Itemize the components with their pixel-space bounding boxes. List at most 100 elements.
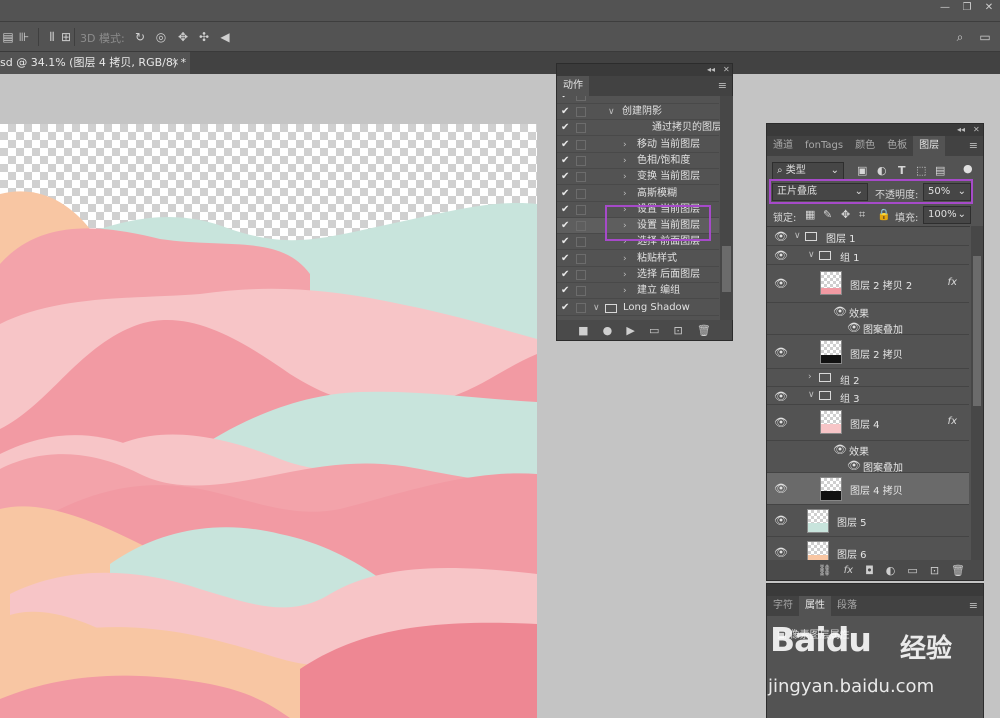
check-icon[interactable]: ✔ (561, 186, 569, 202)
tab-layers[interactable]: 图层 (913, 136, 946, 156)
layers-scrollbar[interactable] (971, 226, 983, 560)
layer-row-layer4[interactable]: 👁 图层 4 fx (767, 405, 969, 441)
new-set-icon[interactable]: ▭ (649, 324, 659, 337)
dialog-toggle[interactable] (576, 172, 586, 183)
dialog-toggle[interactable] (576, 123, 586, 134)
action-row[interactable]: ✔ ∨ 创建阴影 (557, 104, 719, 120)
panel-close-icon[interactable]: ✕ (973, 124, 980, 136)
layer-filter-select[interactable]: ⌕ 类型 ⌄ (772, 162, 844, 180)
visibility-eye-icon[interactable]: 👁 (774, 482, 788, 495)
tab-actions[interactable]: 动作 (557, 76, 589, 96)
chevron-down-icon[interactable]: ∨ (593, 300, 600, 316)
align-icon[interactable]: ▤ (0, 29, 16, 45)
check-icon[interactable]: ✔ (561, 153, 569, 169)
lock-transparent-icon[interactable]: ▦ (805, 208, 815, 221)
chevron-right-icon[interactable]: › (808, 372, 812, 382)
lock-paint-icon[interactable]: ✎ (823, 208, 832, 221)
visibility-eye-icon[interactable]: 👁 (847, 459, 861, 472)
layer-row-layer2-copy2[interactable]: 👁 图层 2 拷贝 2 fx (767, 265, 969, 303)
canvas[interactable] (0, 124, 537, 718)
collapse-icon[interactable]: ◂◂ (957, 124, 965, 136)
layers-scroll-thumb[interactable] (973, 256, 981, 406)
dialog-toggle[interactable] (576, 221, 586, 232)
visibility-eye-icon[interactable]: 👁 (774, 546, 788, 559)
fx-icon[interactable]: fx (948, 277, 957, 288)
tab-color[interactable]: 颜色 (849, 136, 881, 156)
check-icon[interactable]: ✔ (561, 251, 569, 267)
filter-toggle-icon[interactable]: ● (963, 162, 973, 175)
visibility-eye-icon[interactable]: 👁 (774, 346, 788, 359)
actions-scroll-thumb[interactable] (722, 246, 731, 292)
action-row[interactable]: ✔ › 选择 后面图层 (557, 267, 719, 283)
distribute-icon[interactable]: ⊪ (16, 29, 32, 45)
dialog-toggle[interactable] (576, 155, 586, 166)
layer-row-layer2-copy[interactable]: 👁 图层 2 拷贝 (767, 335, 969, 369)
layer-row-layer6[interactable]: 👁 图层 6 (767, 537, 969, 560)
dialog-toggle[interactable] (576, 204, 586, 215)
visibility-eye-icon[interactable]: 👁 (774, 277, 788, 290)
dialog-toggle[interactable] (576, 253, 586, 264)
dialog-toggle[interactable] (576, 188, 586, 199)
layer-row-group1[interactable]: 👁 ∨ 组 1 (767, 246, 969, 265)
check-icon[interactable]: ✔ (561, 120, 569, 136)
layer-row-group-layer1[interactable]: 👁 ∨ 图层 1 (767, 227, 969, 246)
tab-swatches[interactable]: 色板 (881, 136, 913, 156)
action-row[interactable]: ✔ › 色相/饱和度 (557, 153, 719, 169)
lock-all-icon[interactable]: 🔒 (877, 208, 891, 221)
action-row[interactable]: ✔ › 建立 编组 (557, 283, 719, 300)
chevron-down-icon[interactable]: ∨ (808, 250, 815, 260)
slide-3d-icon[interactable]: ✣ (196, 29, 212, 45)
effects-row[interactable]: 👁 效果 (767, 303, 969, 320)
restore-button[interactable]: ❐ (956, 0, 978, 14)
check-icon[interactable]: ✔ (561, 218, 569, 234)
panel-close-icon[interactable]: ✕ (723, 64, 730, 76)
action-row[interactable]: ✔ › 高斯模糊 (557, 186, 719, 202)
dialog-toggle[interactable] (576, 286, 586, 297)
pattern-overlay-row[interactable]: 👁 图案叠加 (767, 319, 969, 336)
effects-row[interactable]: 👁 效果 (767, 441, 969, 458)
check-icon[interactable]: ✔ (561, 202, 569, 218)
align-center-icon[interactable]: ⊞ (58, 29, 74, 45)
panel-menu-icon[interactable]: ≡ (969, 140, 978, 152)
check-icon[interactable]: ✔ (561, 234, 569, 250)
action-row[interactable]: ✔ (557, 96, 719, 104)
visibility-eye-icon[interactable]: 👁 (774, 249, 788, 262)
chevron-down-icon[interactable]: ∨ (808, 390, 815, 400)
mask-icon[interactable]: ◘ (865, 564, 874, 577)
visibility-eye-icon[interactable]: 👁 (774, 416, 788, 429)
check-icon[interactable]: ✔ (561, 96, 569, 104)
dialog-toggle[interactable] (576, 270, 586, 280)
stop-icon[interactable]: ■ (578, 324, 588, 337)
action-row[interactable]: ✔ ∨ Long Shadow (557, 300, 719, 316)
drag-3d-icon[interactable]: ✥ (175, 29, 191, 45)
dialog-toggle[interactable] (576, 96, 586, 101)
new-layer-icon[interactable]: ⊡ (930, 564, 939, 577)
layer-row-group3[interactable]: 👁 ∨ 组 3 (767, 387, 969, 405)
trash-icon[interactable]: 🗑 (697, 324, 711, 337)
chevron-right-icon[interactable]: › (623, 283, 627, 299)
collapse-icon[interactable]: ◂◂ (707, 64, 715, 76)
visibility-eye-icon[interactable]: 👁 (774, 230, 788, 243)
document-close-icon[interactable]: × (171, 52, 179, 74)
chevron-right-icon[interactable]: › (623, 251, 627, 267)
check-icon[interactable]: ✔ (561, 137, 569, 153)
adjustment-icon[interactable]: ◐ (886, 564, 896, 577)
visibility-eye-icon[interactable]: 👁 (774, 390, 788, 403)
check-icon[interactable]: ✔ (561, 169, 569, 185)
lock-artboard-icon[interactable]: ⌗ (859, 208, 865, 222)
dialog-toggle[interactable] (576, 107, 586, 117)
tab-fontags[interactable]: fonTags (799, 136, 849, 156)
visibility-eye-icon[interactable]: 👁 (847, 321, 861, 334)
check-icon[interactable]: ✔ (561, 283, 569, 299)
new-action-icon[interactable]: ⊡ (674, 324, 683, 337)
check-icon[interactable]: ✔ (561, 104, 569, 120)
visibility-eye-icon[interactable]: 👁 (833, 305, 847, 318)
filter-adjust-icon[interactable]: ◐ (877, 164, 887, 177)
action-row[interactable]: ✔ 通过拷贝的图层 (557, 120, 722, 137)
tab-paragraph[interactable]: 段落 (831, 596, 863, 616)
close-button[interactable]: ✕ (978, 0, 1000, 14)
action-row[interactable]: ✔ › 移动 当前图层 (557, 137, 719, 153)
pattern-overlay-row[interactable]: 👁 图案叠加 (767, 457, 969, 474)
filter-shape-icon[interactable]: ⬚ (916, 164, 926, 177)
play-icon[interactable]: ▶ (626, 324, 634, 337)
